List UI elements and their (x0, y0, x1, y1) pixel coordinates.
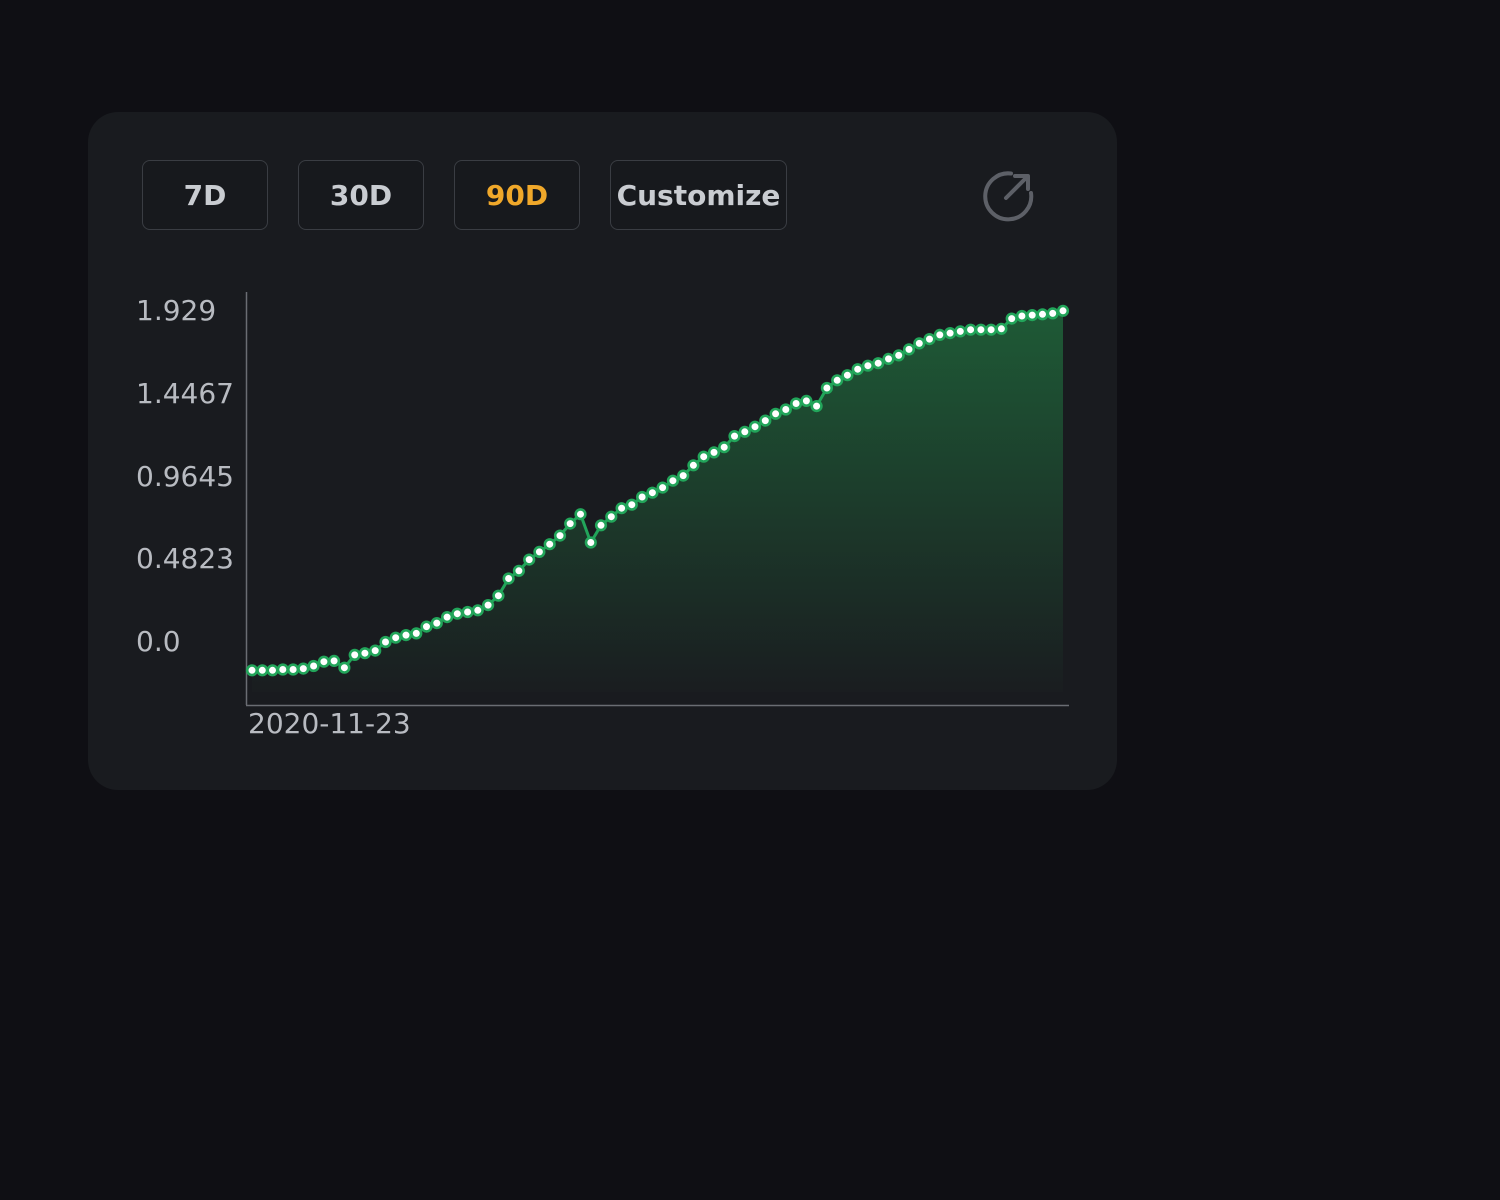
data-point (512, 564, 526, 577)
data-point (800, 394, 813, 408)
data-point (707, 446, 721, 459)
data-point (902, 343, 916, 356)
data-point (584, 536, 597, 549)
data-point (594, 519, 608, 532)
data-point (748, 420, 762, 433)
data-point (430, 617, 443, 630)
data-point (492, 589, 505, 602)
data-point (553, 529, 567, 542)
data-point (564, 517, 577, 530)
data-point (1026, 309, 1039, 322)
data-point (451, 607, 464, 620)
chart-card: 7D 30D 90D Customize 1.929 1.4467 0.9645… (88, 112, 1117, 790)
data-point (943, 327, 957, 340)
data-point (410, 627, 423, 640)
data-point (995, 322, 1008, 335)
data-point (779, 403, 792, 416)
data-point (677, 469, 690, 482)
data-point (810, 400, 823, 413)
data-point (338, 661, 351, 674)
data-point (954, 325, 967, 338)
data-point (872, 357, 885, 370)
data-point (256, 664, 269, 677)
data-point (328, 654, 341, 668)
data-point (307, 659, 320, 673)
data-point (831, 374, 844, 387)
data-point (389, 631, 402, 644)
data-point (266, 664, 279, 677)
data-point (697, 450, 710, 463)
data-point (933, 328, 946, 341)
data-point (861, 359, 875, 372)
data-point (369, 644, 382, 657)
data-point (605, 510, 618, 523)
data-point (923, 333, 936, 346)
data-point (574, 508, 587, 521)
data-point (646, 486, 659, 499)
data-point (461, 605, 474, 619)
data-point (625, 498, 638, 511)
data-point (1005, 312, 1018, 325)
data-point (964, 323, 977, 336)
data-point (1015, 309, 1029, 323)
data-point (666, 474, 680, 487)
data-point (759, 414, 772, 427)
data-point (482, 599, 495, 612)
data-point (687, 459, 700, 472)
data-point (820, 381, 834, 395)
data-point (317, 655, 330, 668)
data-point (399, 628, 413, 642)
data-point (543, 538, 556, 551)
data-point (718, 441, 731, 454)
data-point (420, 620, 433, 633)
data-point (523, 553, 536, 566)
data-point (245, 664, 259, 677)
data-point (892, 349, 905, 362)
data-point (851, 363, 864, 376)
data-point (533, 545, 546, 559)
data-point (882, 352, 895, 365)
data-point (974, 323, 988, 336)
data-point (297, 662, 310, 675)
data-point (738, 425, 751, 438)
data-point (379, 635, 392, 649)
series-area (252, 310, 1063, 692)
data-point (841, 369, 854, 382)
data-point (1036, 308, 1049, 321)
data-point (984, 323, 998, 336)
data-point (635, 490, 649, 504)
data-point (913, 337, 926, 350)
data-point (1056, 304, 1070, 317)
line-chart (245, 292, 1070, 707)
data-point (769, 407, 782, 420)
data-point (471, 604, 484, 617)
data-point (615, 502, 628, 515)
data-point (502, 572, 515, 585)
data-point (789, 397, 803, 410)
data-point (728, 430, 741, 443)
data-point (358, 647, 372, 660)
data-point (656, 481, 669, 494)
data-point (441, 611, 454, 624)
data-point (1046, 307, 1059, 320)
data-point (348, 648, 361, 662)
data-point (287, 663, 300, 676)
data-point (276, 663, 289, 676)
